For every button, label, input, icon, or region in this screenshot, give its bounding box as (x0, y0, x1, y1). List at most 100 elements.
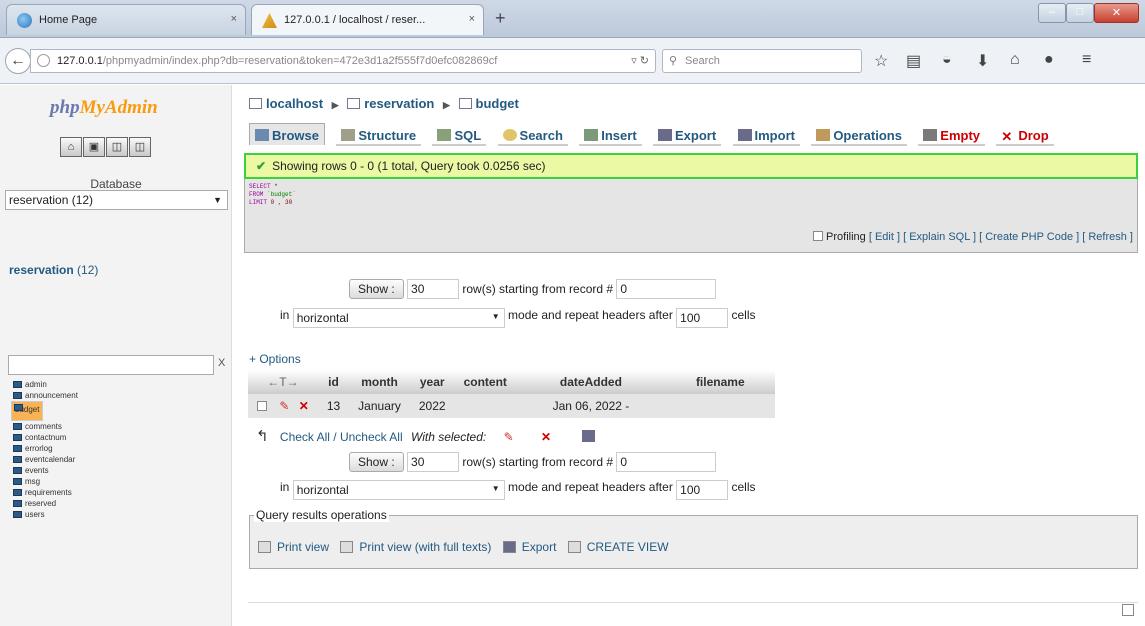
sidebar-table-item[interactable]: contactnum (11, 432, 232, 443)
column-header[interactable]: filename (665, 370, 775, 394)
sidebar-table-item[interactable]: reserved (11, 498, 232, 509)
home-icon[interactable]: ⌂ (1010, 51, 1020, 69)
sidebar-table-item[interactable]: requirements (11, 487, 232, 498)
clear-filter-button[interactable]: X (218, 357, 225, 369)
mode-select[interactable]: horizontal ▼ (292, 480, 505, 500)
new-tab-button[interactable]: + (495, 8, 506, 29)
browser-tab-home[interactable]: Home Page × (6, 4, 246, 35)
phpmyadmin-logo[interactable]: phpMyAdmin (50, 97, 158, 119)
column-header[interactable]: id (317, 370, 350, 394)
cell-id[interactable]: 13 (317, 394, 350, 418)
table-icon[interactable] (13, 456, 22, 463)
column-header[interactable]: month (349, 370, 410, 394)
table-icon[interactable] (13, 489, 22, 496)
tab-insert[interactable]: Insert (579, 124, 642, 146)
table-icon[interactable] (13, 445, 22, 452)
tab-search[interactable]: Search (497, 124, 568, 146)
print-view-full-link[interactable]: Print view (with full texts) (359, 540, 491, 554)
delete-icon[interactable]: ✕ (541, 430, 551, 444)
start-record-input[interactable]: 0 (616, 279, 717, 299)
table-icon[interactable] (13, 478, 22, 485)
rows-input[interactable]: 30 (407, 279, 460, 299)
cell-content[interactable] (454, 394, 516, 418)
tab-export[interactable]: Export (653, 124, 722, 146)
table-icon[interactable] (13, 434, 22, 441)
edit-pencil-icon[interactable]: ✎ (504, 430, 514, 444)
create-view-link[interactable]: CREATE VIEW (587, 540, 669, 554)
repeat-headers-input[interactable]: 100 (676, 308, 729, 328)
explain-sql-link[interactable]: [ Explain SQL ] (903, 231, 976, 243)
table-icon[interactable] (13, 500, 22, 507)
bookmarks-list-icon[interactable]: ▤ (906, 51, 921, 71)
sidebar-table-item[interactable]: comments (11, 421, 232, 432)
print-view-link[interactable]: Print view (277, 540, 329, 554)
sidebar-table-item[interactable]: budget (11, 401, 44, 421)
sidebar-table-item[interactable]: users (11, 509, 232, 520)
table-icon[interactable] (13, 423, 22, 430)
sidebar-table-item[interactable]: admin (11, 379, 232, 390)
breadcrumb-table[interactable]: budget (476, 96, 519, 111)
column-header[interactable]: content (454, 370, 516, 394)
console-icon[interactable] (1122, 604, 1134, 616)
logout-icon[interactable]: ▣ (83, 137, 105, 157)
sidebar-table-item[interactable]: announcement (11, 390, 232, 401)
check-all-link[interactable]: Check All / Uncheck All (280, 430, 403, 444)
table-icon[interactable] (13, 392, 22, 399)
profiling-checkbox[interactable] (813, 231, 824, 241)
tab-sql[interactable]: SQL (432, 124, 487, 146)
refresh-link[interactable]: [ Refresh ] (1082, 231, 1133, 243)
table-icon[interactable] (13, 467, 22, 474)
query-window-icon[interactable]: ◫ (106, 137, 128, 157)
back-button[interactable]: ← (5, 48, 31, 74)
start-record-input[interactable]: 0 (616, 452, 717, 472)
database-select[interactable]: reservation (12) ▼ (5, 190, 228, 210)
minimize-button[interactable]: – (1038, 3, 1066, 23)
menu-icon[interactable]: ≡ (1082, 51, 1091, 69)
show-button[interactable]: Show : (349, 279, 404, 299)
cell-month[interactable]: January (349, 394, 410, 418)
docs-icon[interactable]: ◫ (129, 137, 151, 157)
show-button[interactable]: Show : (349, 452, 404, 472)
close-window-button[interactable]: ✕ (1094, 3, 1139, 23)
tab-import[interactable]: Import (732, 124, 800, 146)
tab-structure[interactable]: Structure (336, 124, 422, 146)
sidebar-table-item[interactable]: msg (11, 476, 232, 487)
table-filter-input[interactable] (8, 355, 214, 375)
table-icon[interactable] (13, 381, 22, 388)
tab-operations[interactable]: Operations (811, 124, 907, 146)
column-arrows-header[interactable]: ←T→ (248, 370, 318, 394)
site-info-icon[interactable] (37, 54, 50, 67)
table-icon[interactable] (14, 404, 23, 411)
edit-pencil-icon[interactable]: ✎ (279, 399, 289, 413)
options-link[interactable]: + Options (249, 352, 301, 366)
row-checkbox[interactable] (257, 401, 267, 411)
url-bar[interactable]: 127.0.0.1/phpmyadmin/index.php?db=reserv… (30, 49, 656, 73)
sidebar-table-item[interactable]: errorlog (11, 443, 232, 454)
close-tab-icon[interactable]: × (231, 13, 237, 25)
breadcrumb-server[interactable]: localhost (266, 96, 323, 111)
rows-input[interactable]: 30 (407, 452, 460, 472)
table-icon[interactable] (13, 511, 22, 518)
sidebar-table-item[interactable]: events (11, 465, 232, 476)
create-php-code-link[interactable]: [ Create PHP Code ] (979, 231, 1079, 243)
breadcrumb-database[interactable]: reservation (364, 96, 434, 111)
cell-dateadded[interactable]: Jan 06, 2022 - (515, 394, 666, 418)
tab-drop[interactable]: ✕ Drop (996, 124, 1054, 146)
download-icon[interactable]: ⬇ (976, 51, 989, 71)
maximize-button[interactable]: □ (1066, 3, 1094, 23)
database-link[interactable]: reservation (12) (9, 263, 98, 277)
export-link[interactable]: Export (522, 540, 557, 554)
browser-search-input[interactable]: ⚲ Search (662, 49, 862, 73)
sidebar-table-item[interactable]: eventcalendar (11, 454, 232, 465)
mode-select[interactable]: horizontal ▼ (292, 308, 505, 328)
pocket-icon[interactable]: ◒ (942, 51, 952, 69)
browser-tab-phpmyadmin[interactable]: 127.0.0.1 / localhost / reser... × (251, 4, 484, 35)
close-tab-icon[interactable]: × (469, 13, 475, 25)
column-header[interactable]: dateAdded (515, 370, 666, 394)
delete-icon[interactable]: ✕ (299, 399, 309, 413)
column-header[interactable]: year (409, 370, 455, 394)
reload-icon[interactable]: ▿ ↻ (631, 50, 649, 72)
cell-year[interactable]: 2022 (409, 394, 455, 418)
edit-link[interactable]: [ Edit ] (869, 231, 900, 243)
home-icon[interactable]: ⌂ (60, 137, 82, 157)
